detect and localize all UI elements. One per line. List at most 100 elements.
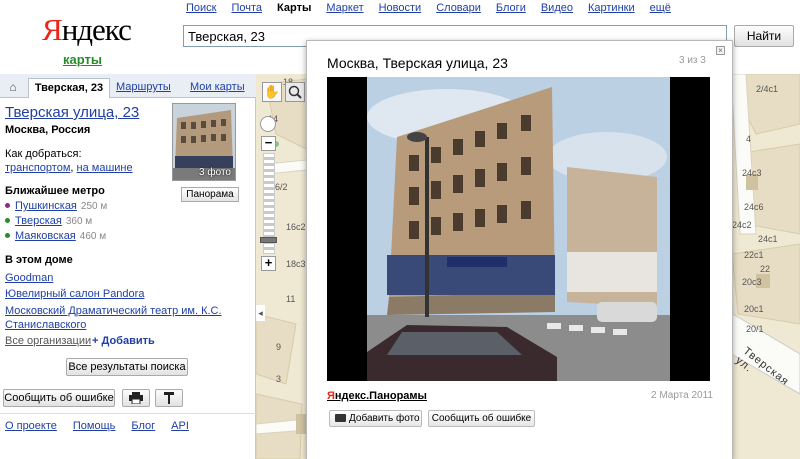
zoom-slider-thumb[interactable] — [260, 237, 277, 243]
map-house-label: 24с3 — [742, 168, 762, 178]
metro-station[interactable]: Пушкинская 250 м — [5, 200, 107, 212]
footer-links: О проекте Помощь Блог API — [5, 420, 189, 432]
compass-icon[interactable] — [260, 116, 276, 132]
tab-home[interactable]: ⌂ — [4, 78, 22, 98]
add-organization-link[interactable]: + Добавить — [92, 335, 155, 347]
nav-market[interactable]: Маркет — [326, 2, 363, 14]
photo-date: 2 Марта 2011 — [651, 390, 713, 401]
photo-counter: 3 из 3 — [679, 55, 706, 66]
nav-blogs[interactable]: Блоги — [496, 2, 526, 14]
how-to-get-label: Как добраться: — [5, 148, 82, 160]
nearest-metro-title: Ближайшее метро — [5, 185, 105, 197]
nav-images[interactable]: Картинки — [588, 2, 635, 14]
printer-icon — [129, 392, 143, 405]
report-error-button[interactable]: Сообщить об ошибке — [3, 389, 115, 407]
tab-routes[interactable]: Маршруты — [116, 78, 171, 98]
by-car-link[interactable]: на машине — [77, 162, 133, 174]
zoom-in-button[interactable]: + — [261, 256, 276, 271]
building-photo-image — [327, 77, 710, 381]
map-house-label: 9 — [276, 342, 282, 352]
metro-station[interactable]: Тверская 360 м — [5, 215, 92, 227]
in-this-building-title: В этом доме — [5, 254, 73, 266]
left-panel: ⌂ Тверская, 23 Маршруты Мои карты Тверск… — [0, 74, 256, 459]
organization-link[interactable]: Ювелирный салон Pandora — [5, 287, 245, 301]
map-house-label: 18с3 — [286, 259, 306, 269]
metro-station-name[interactable]: Пушкинская — [15, 200, 77, 212]
magnifier-icon — [288, 85, 302, 99]
footer-divider — [0, 413, 256, 414]
map-house-label: 24с2 — [732, 220, 752, 230]
nav-video[interactable]: Видео — [541, 2, 573, 14]
magnifier-tool-button[interactable] — [285, 82, 305, 102]
nav-dictionaries[interactable]: Словари — [436, 2, 481, 14]
pin-button[interactable] — [155, 389, 183, 407]
all-search-results-button[interactable]: Все результаты поиска — [66, 358, 188, 376]
map-house-label: 22 — [760, 264, 771, 274]
logo-rest: ндекс — [61, 12, 132, 47]
map-house-label: 24с6 — [744, 202, 764, 212]
map-house-label: 16с2 — [286, 222, 306, 232]
footer-help[interactable]: Помощь — [73, 420, 116, 432]
metro-distance: 360 м — [65, 216, 93, 227]
footer-api[interactable]: API — [171, 420, 189, 432]
pushpin-icon — [164, 392, 174, 404]
metro-line-dot — [5, 218, 10, 223]
how-to-get-links: транспортом, на машине — [5, 162, 133, 174]
footer-blog[interactable]: Блог — [131, 420, 155, 432]
metro-station[interactable]: Маяковская 460 м — [5, 230, 106, 242]
yandex-logo[interactable]: Яндекс — [42, 12, 132, 47]
hand-tool-button[interactable]: ✋ — [262, 82, 282, 102]
by-transport-link[interactable]: транспортом — [5, 162, 70, 174]
footer-about[interactable]: О проекте — [5, 420, 57, 432]
panel-tabs: ⌂ Тверская, 23 Маршруты Мои карты — [0, 74, 256, 98]
print-button[interactable] — [122, 389, 150, 407]
yandex-panoramas-link[interactable]: Яндекс.Панорамы — [327, 390, 427, 402]
map-house-label: 22с1 — [744, 250, 764, 260]
map-house-label: 20с3 — [742, 277, 762, 287]
add-photo-button[interactable]: Добавить фото — [329, 410, 422, 427]
map-house-label: 2/4с1 — [756, 84, 779, 94]
report-photo-error-button[interactable]: Сообщить об ошибке — [428, 410, 535, 427]
map-house-label: 4 — [746, 134, 752, 144]
close-icon[interactable]: × — [716, 46, 725, 55]
tab-my-maps[interactable]: Мои карты — [190, 78, 245, 98]
metro-station-name[interactable]: Тверская — [15, 215, 62, 227]
map-house-label: 11 — [286, 294, 296, 304]
place-title-link[interactable]: Тверская улица, 23 — [5, 104, 139, 121]
popup-title: Москва, Тверская улица, 23 — [327, 55, 508, 71]
add-photo-label: Добавить фото — [349, 413, 420, 424]
map-house-label: 24с1 — [758, 234, 778, 244]
camera-icon — [335, 414, 346, 422]
organization-link[interactable]: Московский Драматический театр им. К.С. … — [5, 304, 245, 332]
metro-station-name[interactable]: Маяковская — [15, 230, 76, 242]
logo-first-letter: Я — [42, 12, 63, 47]
map-house-label: 3 — [276, 374, 282, 384]
nav-search[interactable]: Поиск — [186, 2, 216, 14]
organization-link[interactable]: Goodman — [5, 271, 245, 285]
place-subtitle: Москва, Россия — [5, 124, 91, 136]
top-navigation: Поиск Почта Карты Маркет Новости Словари… — [186, 2, 671, 14]
metro-line-dot — [5, 203, 10, 208]
search-button[interactable]: Найти — [734, 25, 794, 47]
building-photo[interactable] — [327, 77, 710, 381]
nav-more[interactable]: ещё — [650, 2, 671, 14]
panorama-button[interactable]: Панорама — [181, 187, 239, 202]
nav-maps: Карты — [277, 2, 312, 14]
nav-mail[interactable]: Почта — [231, 2, 262, 14]
metro-distance: 460 м — [79, 231, 107, 242]
metro-line-dot — [5, 233, 10, 238]
zoom-out-button[interactable]: − — [261, 136, 276, 151]
place-photo-thumbnail[interactable]: 3 фото — [172, 103, 236, 181]
all-organizations-link[interactable]: Все организации — [5, 335, 91, 347]
collapse-panel-arrow-icon[interactable]: ◂ — [256, 305, 265, 321]
brand-first-letter: Я — [327, 390, 335, 402]
map-house-label: 20/1 — [746, 324, 764, 334]
service-name-link[interactable]: карты — [63, 52, 102, 67]
photo-count: 3 фото — [199, 167, 231, 178]
map-house-label: 20с1 — [744, 304, 764, 314]
tab-address[interactable]: Тверская, 23 — [28, 78, 110, 98]
nav-news[interactable]: Новости — [379, 2, 422, 14]
brand-rest: ндекс.Панорамы — [334, 390, 427, 402]
hand-icon: ✋ — [263, 84, 281, 99]
metro-distance: 250 м — [80, 201, 108, 212]
